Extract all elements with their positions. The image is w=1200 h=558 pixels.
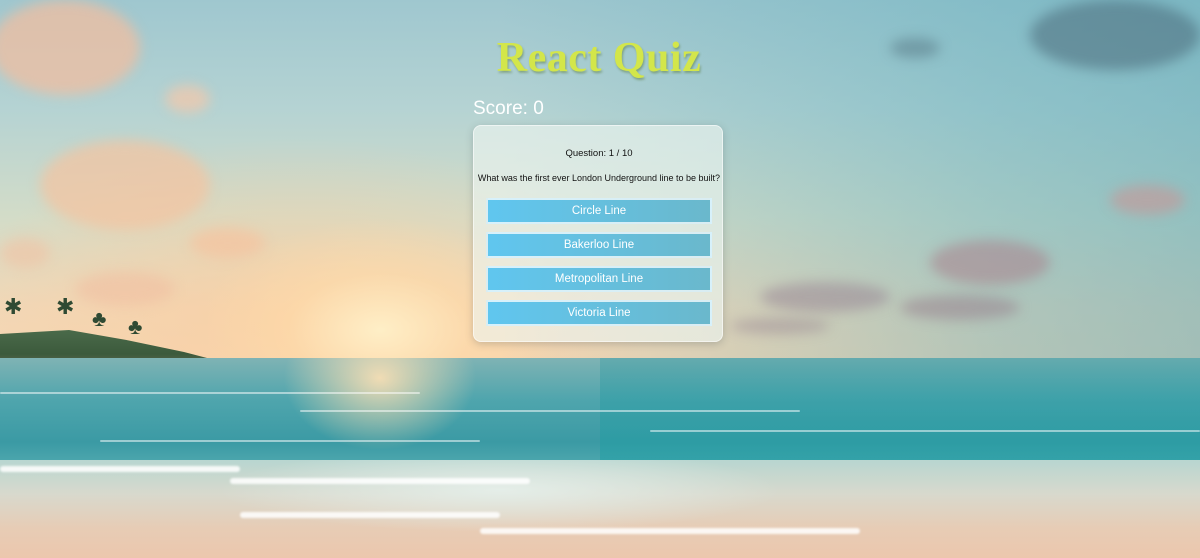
page-title: React Quiz bbox=[496, 35, 702, 81]
question-card: Question: 1 / 10 What was the first ever… bbox=[473, 125, 723, 342]
answer-button-circle-line[interactable]: Circle Line bbox=[486, 198, 712, 224]
answer-button-bakerloo-line[interactable]: Bakerloo Line bbox=[486, 232, 712, 258]
question-counter: Question: 1 / 10 bbox=[565, 148, 633, 159]
question-text: What was the first ever London Undergrou… bbox=[477, 173, 721, 183]
answer-button-victoria-line[interactable]: Victoria Line bbox=[486, 300, 712, 326]
score-display: Score: 0 bbox=[473, 98, 544, 119]
quiz-app: React Quiz Score: 0 Question: 1 / 10 Wha… bbox=[0, 0, 1200, 558]
answer-button-metropolitan-line[interactable]: Metropolitan Line bbox=[486, 266, 712, 292]
